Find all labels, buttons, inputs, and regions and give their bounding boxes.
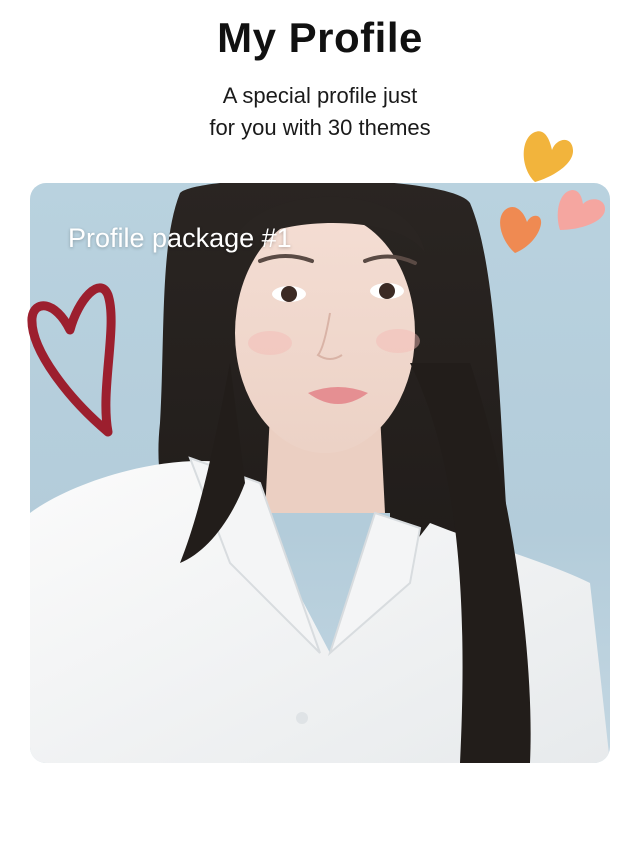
shirt-button xyxy=(296,712,308,724)
page-subtitle: A special profile just for you with 30 t… xyxy=(120,80,520,144)
profile-package-card[interactable]: Profile package #1 xyxy=(30,183,610,763)
profile-promo-screen: My Profile A special profile just for yo… xyxy=(0,0,640,853)
right-blush xyxy=(376,329,420,353)
heart-icon xyxy=(523,131,574,182)
subtitle-line-2: for you with 30 themes xyxy=(209,115,431,140)
package-label: Profile package #1 xyxy=(68,223,292,253)
left-eye-iris xyxy=(281,286,297,302)
left-blush xyxy=(248,331,292,355)
subtitle-line-1: A special profile just xyxy=(222,83,418,108)
portrait-photo xyxy=(30,183,610,763)
page-title: My Profile xyxy=(217,14,423,61)
right-eye-iris xyxy=(379,283,395,299)
